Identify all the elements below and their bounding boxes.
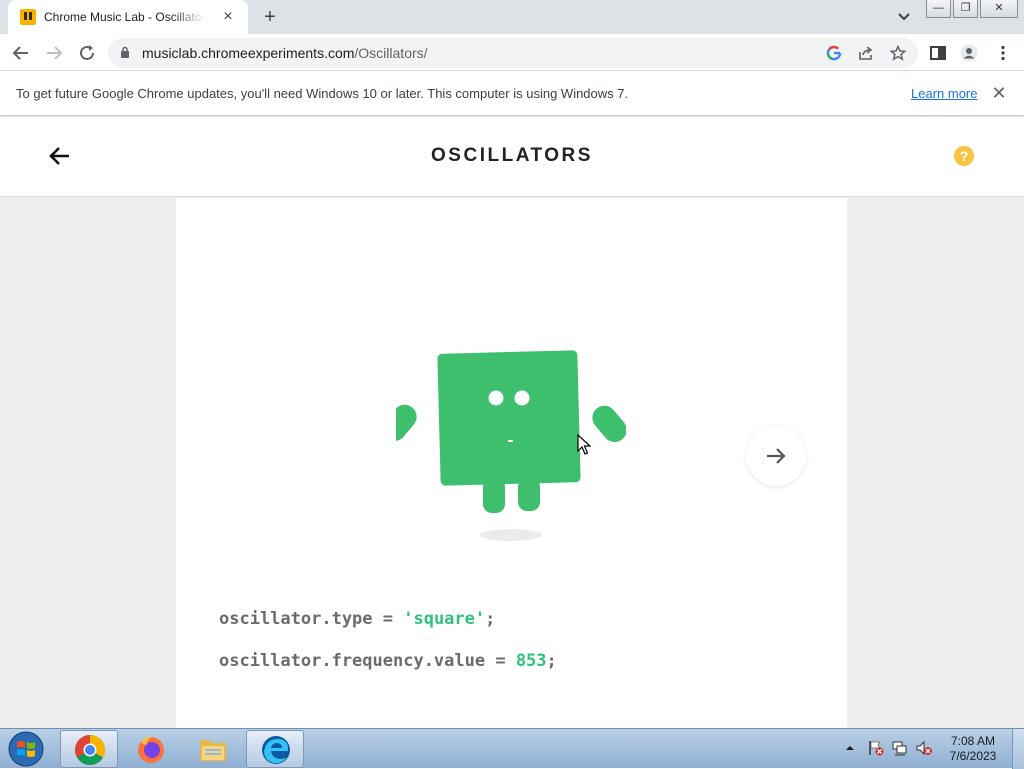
code-type-suffix: ; <box>485 609 496 629</box>
windows-taskbar: 7:08 AM 7/6/2023 <box>0 728 1024 769</box>
bookmark-star-icon[interactable] <box>890 45 906 61</box>
square-wave-character[interactable] <box>396 348 626 548</box>
volume-muted-icon[interactable] <box>915 739 933 757</box>
music-lab-favicon <box>20 9 36 25</box>
back-arrow-icon[interactable] <box>10 42 32 64</box>
update-infobar: To get future Google Chrome updates, you… <box>0 72 1024 116</box>
clock-date: 7/6/2023 <box>949 749 997 763</box>
taskbar-firefox[interactable] <box>122 730 180 768</box>
oscillator-card: oscillator.type = 'square'; oscillator.f… <box>176 198 847 728</box>
help-icon[interactable]: ? <box>954 146 974 166</box>
learn-more-link[interactable]: Learn more <box>911 86 977 101</box>
url-host: musiclab.chromeexperiments.com <box>142 45 355 61</box>
window-controls: — ❐ ✕ <box>926 0 1018 18</box>
file-explorer-icon <box>200 740 226 761</box>
edge-icon <box>262 736 290 764</box>
taskbar-chrome[interactable] <box>60 730 118 768</box>
next-arrow-button[interactable] <box>746 426 806 486</box>
minimize-button[interactable]: — <box>926 0 951 18</box>
reload-icon[interactable] <box>76 42 98 64</box>
url-path: /Oscillators/ <box>354 45 428 61</box>
code-type-value: 'square' <box>403 609 486 629</box>
maximize-button[interactable]: ❐ <box>953 0 978 18</box>
tab-close-icon[interactable]: × <box>220 9 236 25</box>
forward-arrow-icon[interactable] <box>43 42 65 64</box>
tab-title: Chrome Music Lab - Oscillators <box>44 10 204 24</box>
code-line-frequency: oscillator.frequency.value = 853; <box>219 651 557 671</box>
character-shadow <box>480 529 542 541</box>
page-title: OSCILLATORS <box>431 145 593 166</box>
side-panel-icon[interactable] <box>929 44 947 62</box>
character-body <box>396 350 626 513</box>
show-hidden-icons-chevron-icon[interactable] <box>845 743 855 753</box>
windows-start-button[interactable] <box>4 730 48 768</box>
tab-search-chevron-icon[interactable] <box>896 10 912 24</box>
code-frequency-suffix: ; <box>546 651 557 671</box>
clock-time: 7:08 AM <box>950 734 996 748</box>
app-header: OSCILLATORS ? <box>0 117 1024 197</box>
arrow-right-icon <box>767 448 786 464</box>
code-type-prefix: oscillator.type = <box>219 609 404 629</box>
url-text[interactable]: musiclab.chromeexperiments.com/Oscillato… <box>142 45 428 61</box>
network-icon[interactable] <box>891 739 909 757</box>
system-tray <box>843 737 943 761</box>
code-line-type: oscillator.type = 'square'; <box>219 609 495 629</box>
lock-icon[interactable] <box>120 46 130 58</box>
google-translate-icon[interactable] <box>826 45 842 61</box>
new-tab-button[interactable]: + <box>259 6 281 28</box>
taskbar-file-explorer[interactable] <box>184 730 242 768</box>
tab-strip: Chrome Music Lab - Oscillators × + — ❐ ✕ <box>0 0 1024 34</box>
mouse-cursor-icon <box>577 434 591 455</box>
system-clock[interactable]: 7:08 AM 7/6/2023 <box>940 734 1006 764</box>
share-icon[interactable] <box>858 45 874 61</box>
infobar-close-icon[interactable]: ✕ <box>991 84 1007 102</box>
web-page: OSCILLATORS ? oscillator.type = 'square'… <box>0 117 1024 728</box>
firefox-icon <box>138 736 164 763</box>
close-window-button[interactable]: ✕ <box>980 0 1018 18</box>
profile-avatar-icon[interactable] <box>960 44 978 62</box>
browser-toolbar: musiclab.chromeexperiments.com/Oscillato… <box>0 34 1024 71</box>
chrome-menu-icon[interactable] <box>994 44 1012 62</box>
address-bar[interactable]: musiclab.chromeexperiments.com/Oscillato… <box>108 38 918 68</box>
browser-tab[interactable]: Chrome Music Lab - Oscillators × <box>8 0 248 34</box>
taskbar-edge[interactable] <box>246 730 304 768</box>
infobar-message: To get future Google Chrome updates, you… <box>16 86 629 101</box>
code-frequency-prefix: oscillator.frequency.value = <box>219 651 516 671</box>
chrome-icon <box>74 735 106 766</box>
code-frequency-value: 853 <box>515 651 547 671</box>
action-center-flag-icon[interactable] <box>867 739 885 757</box>
show-desktop-button[interactable] <box>1012 729 1024 769</box>
